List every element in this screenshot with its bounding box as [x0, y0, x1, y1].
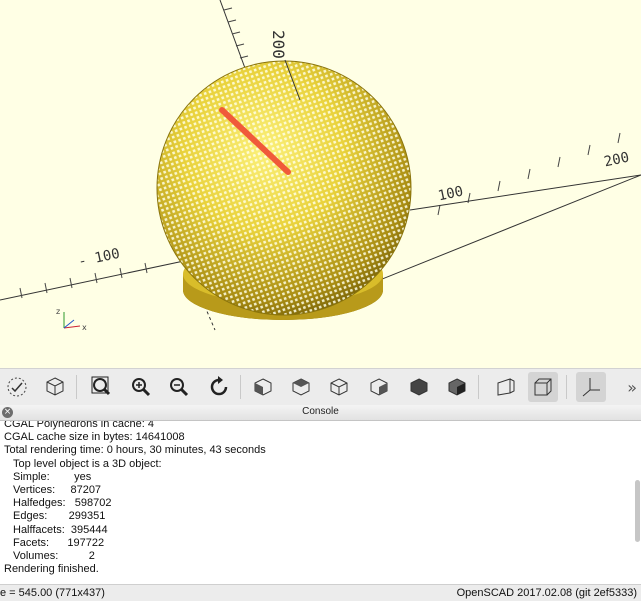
render-icon — [46, 377, 64, 396]
console-title: Console — [302, 406, 339, 417]
render-button[interactable] — [40, 372, 70, 402]
preview-icon — [7, 377, 27, 397]
version-label: OpenSCAD 2017.02.08 (git 2ef5333) — [456, 587, 637, 599]
perspective-button[interactable] — [490, 372, 520, 402]
perspective-icon — [497, 378, 515, 396]
orthogonal-button[interactable] — [528, 372, 558, 402]
console-line: Halfedges: 598702 — [13, 497, 112, 510]
console-line: Top level object is a 3D object: — [13, 457, 162, 470]
console-output[interactable]: CGAL Polyhedrons in cache: 4 CGAL cache s… — [0, 421, 641, 584]
view-right-icon — [254, 378, 272, 396]
view-front-button[interactable] — [404, 372, 434, 402]
zoom-in-icon — [132, 378, 151, 397]
status-bar: e = 545.00 (771x437) OpenSCAD 2017.02.08… — [0, 584, 641, 601]
zoom-out-button[interactable] — [164, 372, 194, 402]
console-line: Vertices: 87207 — [13, 484, 102, 496]
console-scrollbar[interactable] — [635, 480, 640, 542]
console-line: Facets: 197722 — [13, 536, 105, 549]
view-back-icon — [448, 378, 466, 396]
console-line: Volumes: 2 — [13, 550, 95, 562]
reset-view-button[interactable] — [204, 372, 234, 402]
viewport-status: e = 545.00 (771x437) — [0, 587, 105, 599]
console-line: Rendering finished. — [4, 563, 99, 576]
console-line: Halffacets: 395444 — [13, 523, 108, 536]
view-front-icon — [410, 378, 428, 396]
show-axes-button[interactable] — [576, 372, 606, 402]
view-back-button[interactable] — [442, 372, 472, 402]
reset-view-icon — [210, 376, 228, 396]
console-line: Edges: 299351 — [13, 510, 106, 523]
console-line: CGAL cache size in bytes: 14641008 — [4, 431, 185, 444]
orthogonal-icon — [534, 378, 552, 396]
view-bottom-button[interactable] — [324, 372, 354, 402]
zoom-out-icon — [170, 378, 189, 397]
console-line: Simple: yes — [13, 470, 92, 483]
console-header: × Console — [0, 405, 641, 421]
view-right-button[interactable] — [248, 372, 278, 402]
view-left-button[interactable] — [364, 372, 394, 402]
show-axes-icon — [582, 378, 600, 397]
preview-button[interactable] — [2, 372, 32, 402]
view-toolbar: » — [0, 368, 641, 406]
console-line: Total rendering time: 0 hours, 30 minute… — [4, 444, 266, 457]
view-top-icon — [292, 378, 310, 396]
toolbar-overflow-button[interactable]: » — [627, 378, 637, 397]
zoom-in-button[interactable] — [126, 372, 156, 402]
view-all-icon — [91, 376, 111, 396]
console-line: CGAL Polyhedrons in cache: 4 — [4, 421, 155, 430]
view-bottom-icon — [330, 378, 348, 396]
view-all-button[interactable] — [86, 372, 116, 402]
view-top-button[interactable] — [286, 372, 316, 402]
view-left-icon — [370, 378, 388, 396]
